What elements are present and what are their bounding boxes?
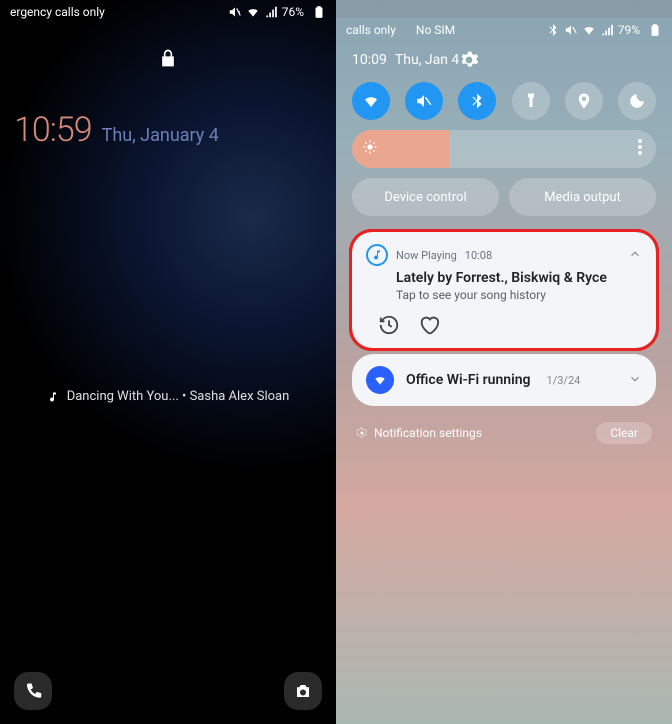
- qs-sound[interactable]: [405, 82, 443, 120]
- carrier-text-left: calls only: [346, 23, 396, 37]
- lockscreen: ergency calls only 76% 10:59 Thu, Januar…: [0, 0, 336, 724]
- brightness-slider[interactable]: [352, 130, 656, 168]
- camera-icon: [294, 682, 312, 700]
- location-icon: [575, 92, 593, 110]
- shade-date: Thu, Jan 4: [395, 52, 459, 68]
- qs-wifi[interactable]: [352, 82, 390, 120]
- bluetooth-icon: [468, 92, 486, 110]
- wifi-icon: [582, 23, 596, 37]
- notification-now-playing[interactable]: Now Playing 10:08 Lately by Forrest., Bi…: [352, 232, 656, 348]
- signal-icon: [264, 5, 278, 19]
- dnd-icon: [628, 92, 646, 110]
- more-dots-icon[interactable]: [638, 139, 642, 159]
- quick-settings-row: [336, 78, 672, 130]
- qs-flashlight[interactable]: [512, 82, 550, 120]
- device-control-button[interactable]: Device control: [352, 178, 499, 216]
- notif-date: 1/3/24: [547, 374, 581, 387]
- wifi-app-icon: [366, 366, 394, 394]
- battery-pct: 79%: [618, 23, 640, 37]
- qs-location[interactable]: [565, 82, 603, 120]
- carrier-text-right: No SIM: [416, 23, 455, 37]
- notif-title: Office Wi-Fi running: [406, 372, 531, 388]
- clock-date: Thu, January 4: [102, 125, 219, 146]
- battery-icon: [312, 5, 326, 19]
- carrier-text: ergency calls only: [10, 5, 105, 19]
- notif-subtitle: Tap to see your song history: [396, 288, 642, 302]
- notification-settings-link[interactable]: Notification settings: [374, 426, 482, 440]
- notification-shade: calls only No SIM 79% 10:09 Thu, Jan 4: [336, 0, 672, 724]
- gear-icon: [356, 427, 368, 439]
- chevron-up-icon[interactable]: [628, 246, 642, 265]
- now-playing-lockscreen[interactable]: Dancing With You... • Sasha Alex Sloan: [0, 389, 336, 404]
- notif-time: 10:08: [465, 249, 492, 262]
- lockscreen-clock: 10:59 Thu, January 4: [14, 110, 336, 150]
- phone-icon: [24, 682, 42, 700]
- phone-shortcut[interactable]: [14, 672, 52, 710]
- gear-icon[interactable]: [459, 50, 479, 70]
- sun-icon: [362, 139, 378, 159]
- wifi-icon: [246, 5, 260, 19]
- clear-button[interactable]: Clear: [596, 422, 652, 444]
- status-bar: calls only No SIM 79%: [336, 18, 672, 42]
- volume-mute-icon: [228, 5, 242, 19]
- music-note-icon: [366, 244, 388, 266]
- battery-icon: [648, 23, 662, 37]
- status-bar: ergency calls only 76%: [0, 0, 336, 24]
- chevron-down-icon[interactable]: [628, 371, 642, 390]
- mute-icon: [415, 92, 433, 110]
- now-playing-text: Dancing With You... • Sasha Alex Sloan: [67, 389, 290, 404]
- shade-time: 10:09: [352, 52, 387, 68]
- bluetooth-icon: [546, 23, 560, 37]
- wifi-icon: [362, 92, 380, 110]
- clock-time: 10:59: [14, 110, 92, 150]
- volume-mute-icon: [564, 23, 578, 37]
- camera-shortcut[interactable]: [284, 672, 322, 710]
- heart-icon[interactable]: [418, 314, 440, 336]
- music-note-icon: [47, 391, 59, 403]
- app-name: Now Playing: [396, 249, 457, 262]
- media-output-button[interactable]: Media output: [509, 178, 656, 216]
- notif-title: Lately by Forrest., Biskwiq & Ryce: [396, 270, 642, 286]
- qs-dnd[interactable]: [618, 82, 656, 120]
- history-icon[interactable]: [378, 314, 400, 336]
- signal-icon: [600, 23, 614, 37]
- battery-pct: 76%: [282, 5, 304, 19]
- qs-bluetooth[interactable]: [458, 82, 496, 120]
- lock-icon: [158, 46, 178, 70]
- flashlight-icon: [522, 92, 540, 110]
- notification-wifi[interactable]: Office Wi-Fi running 1/3/24: [352, 354, 656, 406]
